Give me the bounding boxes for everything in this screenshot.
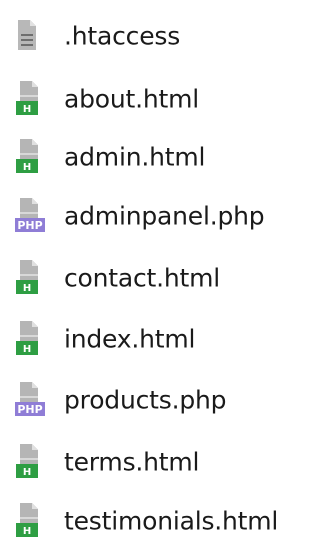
file-item[interactable]: H testimonials.html (0, 492, 329, 550)
file-item[interactable]: H terms.html (0, 433, 329, 491)
file-item[interactable]: H index.html (0, 310, 329, 368)
file-list: .htaccess H about.html H admin.html PHP … (0, 0, 329, 556)
file-item[interactable]: PHP products.php (0, 371, 329, 429)
html-file-icon: H (14, 442, 62, 482)
svg-text:H: H (23, 344, 31, 355)
file-name: .htaccess (64, 21, 181, 51)
php-file-icon: PHP (14, 196, 62, 236)
svg-text:PHP: PHP (17, 219, 42, 232)
file-item[interactable]: H contact.html (0, 249, 329, 307)
file-name: contact.html (64, 263, 221, 293)
svg-text:H: H (23, 104, 31, 115)
file-name: products.php (64, 385, 227, 415)
html-file-icon: H (14, 501, 62, 541)
file-name: admin.html (64, 142, 206, 172)
generic-file-icon (14, 16, 62, 56)
svg-text:H: H (23, 526, 31, 537)
html-file-icon: H (14, 137, 62, 177)
svg-text:PHP: PHP (17, 403, 42, 416)
svg-text:H: H (23, 162, 31, 173)
svg-text:H: H (23, 467, 31, 478)
file-name: testimonials.html (64, 506, 279, 536)
file-item[interactable]: H about.html (0, 70, 329, 128)
html-file-icon: H (14, 319, 62, 359)
file-name: adminpanel.php (64, 201, 265, 231)
php-file-icon: PHP (14, 380, 62, 420)
svg-text:H: H (23, 283, 31, 294)
file-item[interactable]: PHP adminpanel.php (0, 187, 329, 245)
html-file-icon: H (14, 258, 62, 298)
file-name: about.html (64, 84, 200, 114)
file-name: terms.html (64, 447, 200, 477)
file-item[interactable]: H admin.html (0, 128, 329, 186)
html-file-icon: H (14, 79, 62, 119)
file-item[interactable]: .htaccess (0, 7, 329, 65)
file-name: index.html (64, 324, 196, 354)
